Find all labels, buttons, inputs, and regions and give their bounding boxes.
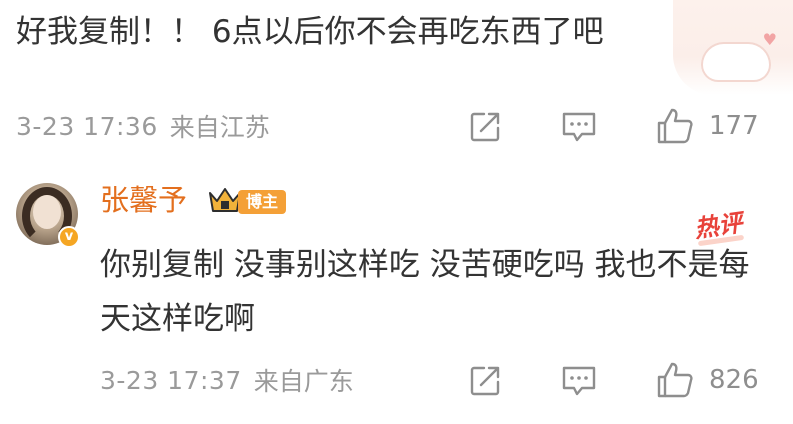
share-icon — [470, 112, 500, 142]
comment-text: 好我复制！！ 6点以后你不会再吃东西了吧 — [16, 14, 604, 50]
comment-icon — [562, 366, 596, 396]
thumbs-up-icon — [657, 362, 693, 398]
comment-icon — [562, 112, 596, 142]
comment-meta: 3-23 17:36 来自江苏 — [16, 106, 270, 146]
reply-meta: 3-23 17:37 来自广东 — [100, 360, 354, 400]
avatar-face — [33, 195, 61, 229]
comment-button[interactable] — [560, 107, 598, 147]
verified-v-icon: v — [58, 226, 80, 248]
comment-thread: ♥ 好我复制！！ 6点以后你不会再吃东西了吧 3-23 17:36 来自江苏 1… — [0, 0, 793, 424]
reply-comment-button[interactable] — [560, 361, 598, 401]
reply-text: 你别复制 没事别这样吃 没苦硬吃吗 我也不是每天这样吃啊 — [100, 247, 750, 337]
reply-share-button[interactable] — [468, 361, 502, 401]
bunny-illustration — [701, 42, 771, 82]
reply-timestamp: 3-23 17:37 — [100, 365, 242, 395]
decorative-bunny-sticker: ♥ — [673, 0, 793, 95]
reply-username[interactable]: 张馨予 — [100, 180, 187, 220]
like-count: 826 — [709, 365, 759, 395]
comment-timestamp: 3-23 17:36 — [16, 111, 158, 141]
thumbs-up-icon — [657, 108, 693, 144]
like-button[interactable]: 177 — [655, 106, 759, 146]
author-badge: 博主 — [238, 190, 287, 214]
like-count: 177 — [709, 111, 759, 141]
share-button[interactable] — [468, 107, 502, 147]
share-icon — [470, 366, 500, 396]
reply-location: 来自广东 — [253, 367, 354, 396]
heart-icon: ♥ — [762, 30, 777, 49]
comment-location: 来自江苏 — [169, 113, 270, 142]
reply-like-button[interactable]: 826 — [655, 360, 759, 400]
